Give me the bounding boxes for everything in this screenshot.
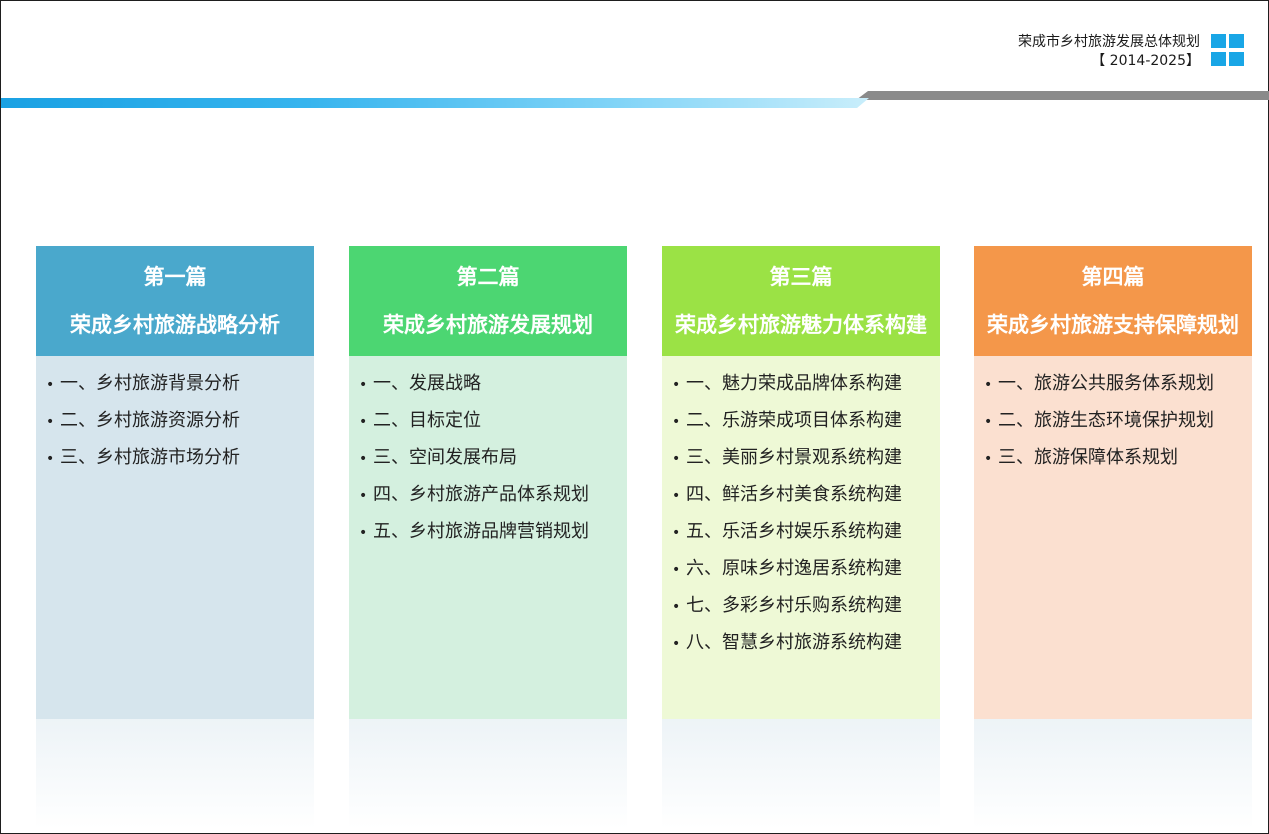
header-divider-gray (856, 91, 1269, 100)
bullet-icon: • (359, 488, 368, 504)
document-header: 荣成市乡村旅游发展总体规划 【 2014-2025】 (1018, 33, 1200, 71)
list-item: • 三、旅游保障体系规划 (984, 440, 1252, 477)
list-item: • 三、乡村旅游市场分析 (46, 440, 314, 477)
bullet-icon: • (359, 377, 368, 393)
chapter-card-2: 第二篇 荣成乡村旅游发展规划 • 一、发展战略 • 二、目标定位 • 三、空间发展布局… (349, 246, 627, 719)
chapter-contents: • 一、发展战略 • 二、目标定位 • 三、空间发展布局 • 四、乡村旅游产品体系规划 … (349, 356, 627, 719)
logo-squares-icon (1211, 34, 1244, 67)
list-item-label: 三、旅游保障体系规划 (998, 447, 1178, 468)
chapter-title: 荣成乡村旅游发展规划 (383, 313, 593, 337)
chapter-title: 荣成乡村旅游战略分析 (70, 313, 280, 337)
list-item-label: 一、乡村旅游背景分析 (60, 373, 240, 394)
list-item: • 一、魅力荣成品牌体系构建 (672, 366, 940, 403)
chapter-header: 第三篇 荣成乡村旅游魅力体系构建 (662, 246, 940, 356)
list-item-label: 一、旅游公共服务体系规划 (998, 373, 1214, 394)
chapter-number: 第一篇 (143, 265, 207, 289)
bullet-icon: • (984, 377, 993, 393)
bullet-icon: • (359, 414, 368, 430)
list-item: • 四、鲜活乡村美食系统构建 (672, 477, 940, 514)
list-item: • 六、原味乡村逸居系统构建 (672, 551, 940, 588)
chapter-header: 第四篇 荣成乡村旅游支持保障规划 (974, 246, 1252, 356)
chapter-item-list: • 一、魅力荣成品牌体系构建 • 二、乐游荣成项目体系构建 • 三、美丽乡村景观系统构… (672, 366, 940, 662)
card-reflection (36, 719, 314, 829)
list-item: • 七、多彩乡村乐购系统构建 (672, 588, 940, 625)
list-item-label: 二、乡村旅游资源分析 (60, 410, 240, 431)
bullet-icon: • (984, 451, 993, 467)
chapter-number: 第三篇 (769, 265, 833, 289)
chapter-card-4: 第四篇 荣成乡村旅游支持保障规划 • 一、旅游公共服务体系规划 • 二、旅游生态环境… (974, 246, 1252, 719)
chapter-item-list: • 一、旅游公共服务体系规划 • 二、旅游生态环境保护规划 • 三、旅游保障体系规划 (984, 366, 1252, 477)
list-item: • 二、目标定位 (359, 403, 627, 440)
card-reflection (974, 719, 1252, 829)
list-item-label: 一、发展战略 (373, 373, 481, 394)
bullet-icon: • (672, 414, 681, 430)
list-item: • 四、乡村旅游产品体系规划 (359, 477, 627, 514)
chapter-item-list: • 一、发展战略 • 二、目标定位 • 三、空间发展布局 • 四、乡村旅游产品体系规划 … (359, 366, 627, 551)
bullet-icon: • (46, 451, 55, 467)
bullet-icon: • (672, 636, 681, 652)
list-item: • 二、旅游生态环境保护规划 (984, 403, 1252, 440)
list-item: • 三、空间发展布局 (359, 440, 627, 477)
list-item: • 二、乡村旅游资源分析 (46, 403, 314, 440)
list-item-label: 七、多彩乡村乐购系统构建 (686, 595, 902, 616)
list-item-label: 八、智慧乡村旅游系统构建 (686, 632, 902, 653)
chapter-contents: • 一、魅力荣成品牌体系构建 • 二、乐游荣成项目体系构建 • 三、美丽乡村景观系统构… (662, 356, 940, 719)
bullet-icon: • (359, 451, 368, 467)
chapter-contents: • 一、旅游公共服务体系规划 • 二、旅游生态环境保护规划 • 三、旅游保障体系规划 (974, 356, 1252, 719)
list-item-label: 二、目标定位 (373, 410, 481, 431)
card-reflection (662, 719, 940, 829)
chapter-card-3: 第三篇 荣成乡村旅游魅力体系构建 • 一、魅力荣成品牌体系构建 • 二、乐游荣成项目… (662, 246, 940, 719)
list-item: • 二、乐游荣成项目体系构建 (672, 403, 940, 440)
bullet-icon: • (672, 562, 681, 578)
list-item: • 五、乡村旅游品牌营销规划 (359, 514, 627, 551)
chapter-header: 第二篇 荣成乡村旅游发展规划 (349, 246, 627, 356)
document-title: 荣成市乡村旅游发展总体规划 (1018, 34, 1200, 50)
chapter-title: 荣成乡村旅游支持保障规划 (987, 313, 1239, 337)
bullet-icon: • (672, 377, 681, 393)
bullet-icon: • (672, 525, 681, 541)
list-item-label: 二、旅游生态环境保护规划 (998, 410, 1214, 431)
list-item-label: 三、乡村旅游市场分析 (60, 447, 240, 468)
chapter-contents: • 一、乡村旅游背景分析 • 二、乡村旅游资源分析 • 三、乡村旅游市场分析 (36, 356, 314, 719)
list-item: • 八、智慧乡村旅游系统构建 (672, 625, 940, 662)
list-item: • 一、发展战略 (359, 366, 627, 403)
bullet-icon: • (359, 525, 368, 541)
bullet-icon: • (46, 377, 55, 393)
bullet-icon: • (984, 414, 993, 430)
list-item-label: 二、乐游荣成项目体系构建 (686, 410, 902, 431)
document-period: 【 2014-2025】 (1091, 53, 1200, 69)
list-item-label: 四、鲜活乡村美食系统构建 (686, 484, 902, 505)
chapter-header: 第一篇 荣成乡村旅游战略分析 (36, 246, 314, 356)
chapter-title: 荣成乡村旅游魅力体系构建 (675, 313, 927, 337)
chapter-number: 第四篇 (1081, 265, 1145, 289)
list-item-label: 三、空间发展布局 (373, 447, 517, 468)
list-item: • 一、旅游公共服务体系规划 (984, 366, 1252, 403)
bullet-icon: • (46, 414, 55, 430)
list-item-label: 三、美丽乡村景观系统构建 (686, 447, 902, 468)
header-divider-blue (1, 98, 869, 108)
list-item-label: 五、乡村旅游品牌营销规划 (373, 521, 589, 542)
chapter-card-1: 第一篇 荣成乡村旅游战略分析 • 一、乡村旅游背景分析 • 二、乡村旅游资源分析 •… (36, 246, 314, 719)
bullet-icon: • (672, 488, 681, 504)
list-item-label: 六、原味乡村逸居系统构建 (686, 558, 902, 579)
slide: 荣成市乡村旅游发展总体规划 【 2014-2025】 第一篇 荣成乡村旅游战略分… (0, 0, 1269, 834)
chapter-item-list: • 一、乡村旅游背景分析 • 二、乡村旅游资源分析 • 三、乡村旅游市场分析 (46, 366, 314, 477)
chapter-number: 第二篇 (456, 265, 520, 289)
list-item: • 五、乐活乡村娱乐系统构建 (672, 514, 940, 551)
list-item-label: 一、魅力荣成品牌体系构建 (686, 373, 902, 394)
bullet-icon: • (672, 599, 681, 615)
card-reflection (349, 719, 627, 829)
list-item-label: 四、乡村旅游产品体系规划 (373, 484, 589, 505)
bullet-icon: • (672, 451, 681, 467)
list-item-label: 五、乐活乡村娱乐系统构建 (686, 521, 902, 542)
list-item: • 三、美丽乡村景观系统构建 (672, 440, 940, 477)
list-item: • 一、乡村旅游背景分析 (46, 366, 314, 403)
